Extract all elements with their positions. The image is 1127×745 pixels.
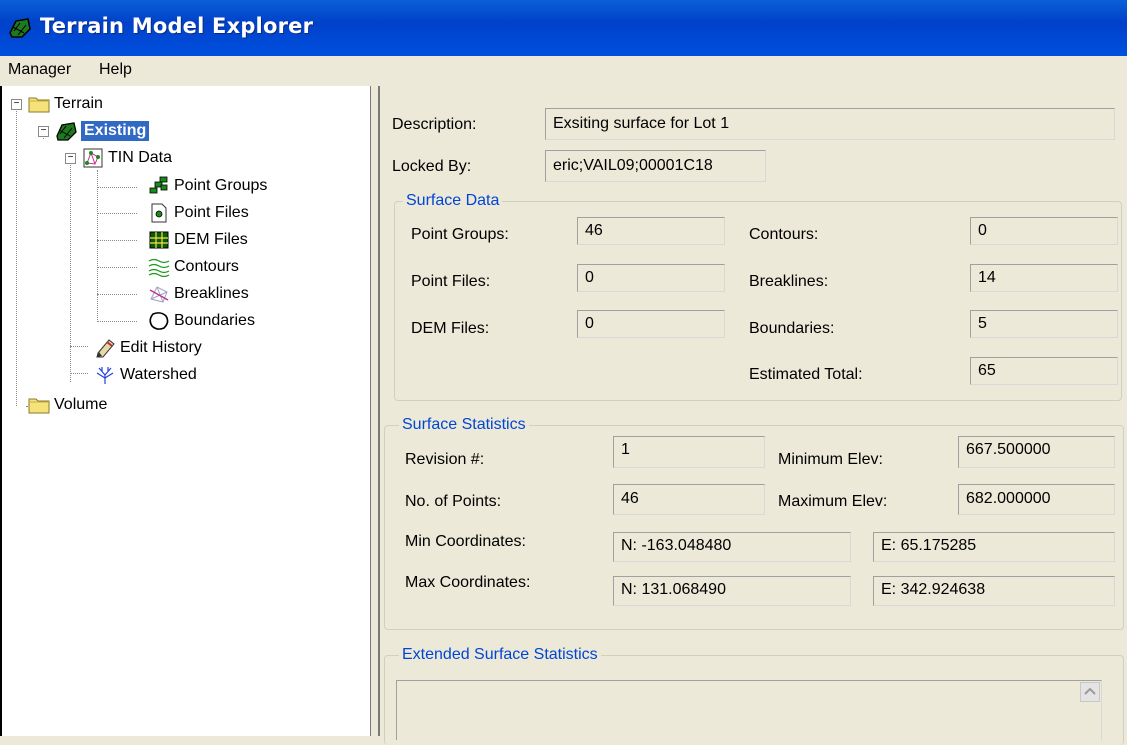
- collapse-terrain-button[interactable]: −: [11, 99, 22, 110]
- tree-line: [97, 267, 137, 268]
- title-bar[interactable]: Terrain Model Explorer: [0, 0, 1127, 56]
- tree-line: [16, 102, 17, 406]
- dem-file-icon: [149, 231, 169, 249]
- chevron-up-icon: [1084, 687, 1096, 695]
- tree-item-label: Breaklines: [174, 285, 249, 302]
- max-easting-value: E: 342.924638: [873, 576, 1115, 606]
- min-elev-label: Minimum Elev:: [778, 451, 883, 468]
- dem-files-value: 0: [577, 310, 725, 338]
- tree-item-boundaries[interactable]: Boundaries: [148, 309, 255, 333]
- tree-item-breaklines[interactable]: Breaklines: [148, 282, 249, 306]
- edit-history-icon: [96, 339, 115, 358]
- surface-statistics-title: Surface Statistics: [399, 416, 529, 434]
- tree-line: [70, 373, 88, 374]
- tree-item-label: Existing: [81, 121, 150, 141]
- boundaries-label: Boundaries:: [749, 320, 835, 337]
- tree-item-watershed[interactable]: Watershed: [94, 363, 197, 387]
- point-files-value: 0: [577, 264, 725, 292]
- tree-item-label: TIN Data: [108, 149, 173, 166]
- tree-item-terrain[interactable]: Terrain: [28, 92, 103, 116]
- menu-manager[interactable]: Manager: [8, 61, 71, 79]
- tree-item-dem-files[interactable]: DEM Files: [148, 228, 248, 252]
- min-northing-value: N: -163.048480: [613, 532, 851, 562]
- revision-label: Revision #:: [405, 451, 485, 468]
- breaklines-icon: [149, 286, 169, 303]
- boundaries-value: 5: [970, 310, 1118, 338]
- tree-item-label: Watershed: [120, 366, 197, 383]
- watershed-icon: [96, 367, 114, 384]
- tree-line: [97, 187, 137, 188]
- tree-panel[interactable]: − − − Terrain Existing TIN Data Point Gr…: [0, 86, 371, 736]
- point-files-label: Point Files:: [411, 273, 491, 290]
- tree-line: [97, 294, 137, 295]
- locked-by-field: eric;VAIL09;00001C18: [545, 150, 766, 182]
- estimated-total-value: 65: [970, 357, 1118, 385]
- locked-by-label: Locked By:: [392, 158, 472, 175]
- contours-icon: [148, 258, 170, 277]
- estimated-total-label: Estimated Total:: [749, 366, 863, 383]
- tree-item-edit-history[interactable]: Edit History: [94, 336, 202, 360]
- tree-line: [97, 170, 98, 322]
- revision-value: 1: [613, 436, 765, 468]
- tree-item-contours[interactable]: Contours: [148, 255, 239, 279]
- tree-item-label: Terrain: [54, 95, 103, 112]
- details-panel: Description: Exsiting surface for Lot 1 …: [378, 86, 1127, 745]
- extended-statistics-title: Extended Surface Statistics: [399, 646, 601, 664]
- tree-line: [70, 346, 88, 347]
- tree-item-existing[interactable]: Existing: [55, 119, 150, 143]
- num-points-label: No. of Points:: [405, 493, 502, 510]
- tin-data-icon: [83, 148, 103, 168]
- folder-icon: [28, 97, 50, 113]
- point-groups-label: Point Groups:: [411, 226, 509, 243]
- tree-item-tin-data[interactable]: TIN Data: [82, 146, 172, 170]
- tree-item-label: Edit History: [120, 339, 202, 356]
- boundaries-icon: [149, 312, 169, 330]
- menu-bar: Manager Help: [0, 56, 1127, 87]
- num-points-value: 46: [613, 484, 765, 515]
- min-coordinates-label: Min Coordinates:: [405, 533, 526, 550]
- menu-help[interactable]: Help: [99, 61, 132, 79]
- terrain-app-icon: [9, 18, 31, 38]
- max-elev-label: Maximum Elev:: [778, 493, 888, 510]
- tree-item-label: Point Groups: [174, 177, 268, 194]
- min-easting-value: E: 65.175285: [873, 532, 1115, 562]
- panel-splitter[interactable]: [371, 86, 378, 736]
- point-groups-icon: [149, 176, 168, 194]
- tree-item-point-files[interactable]: Point Files: [148, 201, 249, 225]
- min-elev-value: 667.500000: [958, 436, 1115, 468]
- tree-item-label: Volume: [54, 396, 108, 413]
- description-field[interactable]: Exsiting surface for Lot 1: [545, 108, 1115, 140]
- contours-value: 0: [970, 217, 1118, 245]
- window-title: Terrain Model Explorer: [40, 14, 314, 38]
- tree-item-volume[interactable]: Volume: [28, 393, 107, 417]
- description-label: Description:: [392, 116, 477, 133]
- tree-item-point-groups[interactable]: Point Groups: [148, 174, 267, 198]
- max-northing-value: N: 131.068490: [613, 576, 851, 606]
- tree-line: [70, 156, 71, 382]
- surface-data-title: Surface Data: [403, 192, 503, 210]
- tree-line: [97, 240, 137, 241]
- breaklines-label: Breaklines:: [749, 273, 829, 290]
- surface-icon: [56, 122, 77, 141]
- contours-label: Contours:: [749, 226, 819, 243]
- collapse-tin-data-button[interactable]: −: [65, 153, 76, 164]
- tree-line: [97, 213, 137, 214]
- point-file-icon: [151, 203, 167, 223]
- tree-item-label: Boundaries: [174, 312, 255, 329]
- max-coordinates-label: Max Coordinates:: [405, 574, 531, 591]
- breaklines-value: 14: [970, 264, 1118, 292]
- tree-line: [97, 321, 137, 322]
- folder-icon: [28, 398, 50, 414]
- collapse-existing-button[interactable]: −: [38, 126, 49, 137]
- dem-files-label: DEM Files:: [411, 320, 490, 337]
- tree-item-label: DEM Files: [174, 231, 248, 248]
- scroll-up-button[interactable]: [1080, 682, 1100, 702]
- tree-item-label: Contours: [174, 258, 239, 275]
- max-elev-value: 682.000000: [958, 484, 1115, 515]
- extended-statistics-textarea[interactable]: [396, 680, 1102, 740]
- point-groups-value: 46: [577, 217, 725, 245]
- tree-item-label: Point Files: [174, 204, 249, 221]
